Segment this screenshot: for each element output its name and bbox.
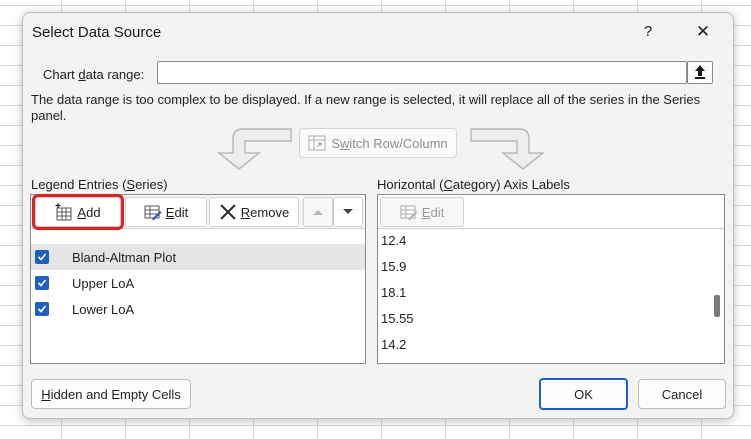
complex-range-message: The data range is too complex to be disp…: [31, 92, 701, 123]
upload-arrow-icon: [695, 65, 705, 79]
add-table-icon: [55, 203, 72, 221]
series-item-bland-altman[interactable]: Bland-Altman Plot: [31, 244, 365, 270]
edit-table-icon: [400, 205, 418, 221]
scrollbar-thumb[interactable]: [714, 295, 720, 317]
series-label: Lower LoA: [72, 301, 135, 317]
axis-labels-panel: Edit 12.4 15.9 18.1 15.55 14.2: [377, 194, 725, 364]
series-checkbox[interactable]: [35, 276, 49, 290]
axis-toolbar: Edit: [378, 195, 724, 229]
axis-label-item[interactable]: 15.9: [381, 254, 406, 280]
series-item-upper-loa[interactable]: Upper LoA: [31, 270, 365, 296]
help-button[interactable]: ?: [633, 19, 663, 45]
legend-toolbar: Add Edit Remove: [31, 194, 365, 230]
series-item-lower-loa[interactable]: Lower LoA: [31, 296, 365, 322]
axis-label-item[interactable]: 14.2: [381, 332, 406, 358]
ok-button[interactable]: OK: [539, 378, 628, 410]
axis-label-item[interactable]: 12.4: [381, 228, 406, 254]
curved-arrow-right-icon: [470, 128, 546, 170]
select-data-source-dialog: Select Data Source ? ✕ Chart data range:…: [22, 12, 734, 419]
axis-labels-label: Horizontal (Category) Axis Labels: [377, 177, 570, 192]
remove-label: Remove: [240, 204, 290, 220]
chevron-up-icon: [313, 210, 323, 215]
edit-label: Edit: [421, 204, 445, 220]
series-label: Bland-Altman Plot: [72, 249, 177, 265]
edit-series-button[interactable]: Edit: [125, 197, 207, 227]
switch-row-column-label: Switch Row/Column: [331, 135, 448, 151]
cancel-button[interactable]: Cancel: [638, 379, 726, 409]
checkmark-icon: [37, 305, 47, 313]
dialog-title: Select Data Source: [32, 24, 162, 41]
edit-table-icon: [144, 205, 162, 221]
series-label: Upper LoA: [72, 275, 135, 291]
close-button[interactable]: ✕: [688, 19, 718, 45]
axis-labels-scrollbar[interactable]: [710, 229, 724, 363]
chevron-down-icon: [343, 209, 353, 214]
checkmark-icon: [37, 279, 47, 287]
collapse-dialog-button[interactable]: [687, 61, 713, 84]
move-up-button[interactable]: [303, 197, 333, 227]
remove-series-button[interactable]: Remove: [209, 197, 299, 227]
add-label: Add: [77, 204, 101, 220]
switch-row-column-button[interactable]: Switch Row/Column: [299, 128, 457, 158]
remove-x-icon: [220, 204, 236, 220]
curved-arrow-left-icon: [216, 128, 292, 170]
legend-entries-panel: Add Edit Remove Bland-Altman Plot Upper …: [30, 194, 366, 364]
chart-data-range-input[interactable]: [157, 61, 687, 84]
add-series-button[interactable]: Add: [32, 194, 124, 230]
move-down-button[interactable]: [333, 197, 363, 227]
axis-label-item[interactable]: 18.1: [381, 280, 406, 306]
edit-axis-labels-button[interactable]: Edit: [380, 197, 464, 227]
axis-label-item[interactable]: 15.55: [381, 306, 414, 332]
chart-data-range-label: Chart data range:: [43, 67, 145, 82]
hidden-empty-cells-button[interactable]: Hidden and Empty Cells: [31, 379, 191, 409]
series-checkbox[interactable]: [35, 302, 49, 316]
checkmark-icon: [37, 253, 47, 261]
switch-row-column-icon: [308, 135, 326, 151]
series-checkbox[interactable]: [35, 250, 49, 264]
edit-label: Edit: [165, 204, 189, 220]
legend-entries-label: Legend Entries (Series): [31, 177, 168, 192]
